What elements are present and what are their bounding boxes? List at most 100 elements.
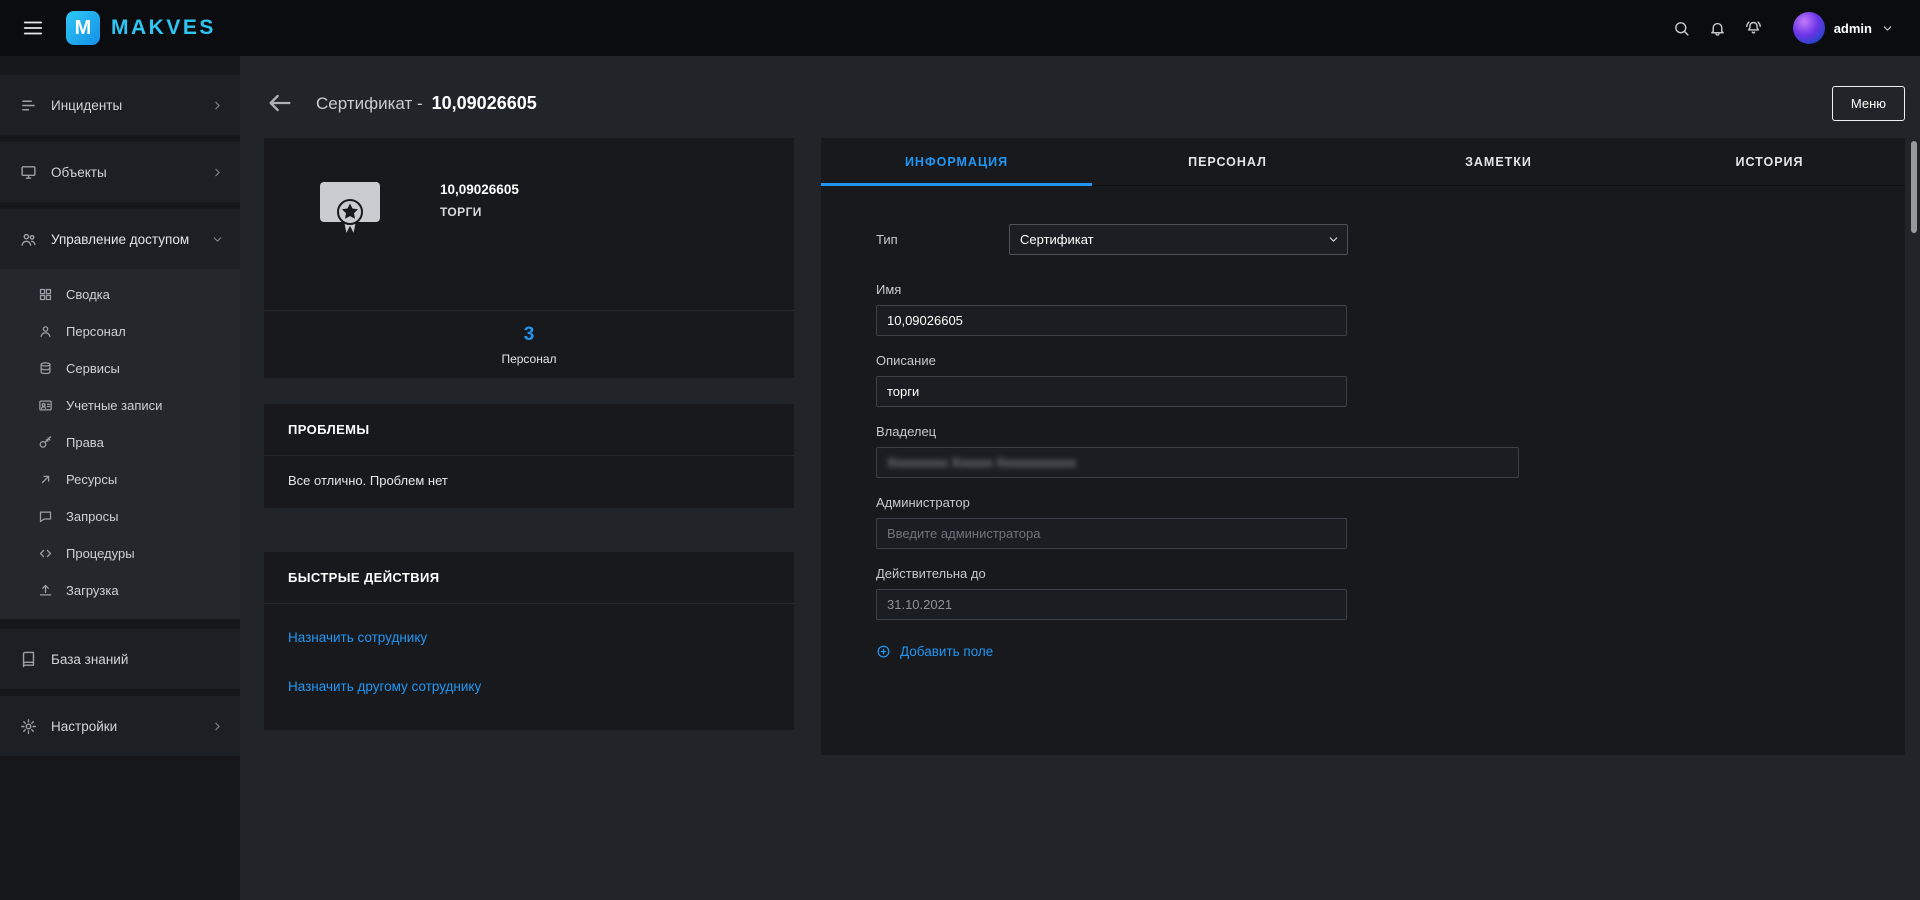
procedures-icon: [38, 546, 53, 561]
tab-personnel[interactable]: ПЕРСОНАЛ: [1092, 138, 1363, 185]
sidebar-item-access-management[interactable]: Управление доступом: [0, 209, 240, 269]
topbar: M MAKVES admin: [0, 0, 1920, 56]
personnel-count: 3: [523, 323, 535, 345]
sidebar-item-personnel[interactable]: Персонал: [0, 313, 240, 350]
sidebar-item-label: Сервисы: [66, 361, 120, 376]
sidebar-item-knowledge-base[interactable]: База знаний: [0, 629, 240, 689]
chevron-right-icon: [211, 720, 224, 733]
certificate-subtitle: ТОРГИ: [440, 205, 482, 219]
sidebar-item-settings[interactable]: Настройки: [0, 696, 240, 756]
avatar: [1792, 12, 1825, 44]
certificate-icon: [318, 174, 382, 238]
chevron-right-icon: [211, 166, 224, 179]
quick-actions-card: БЫСТРЫЕ ДЕЙСТВИЯ Назначить сотруднику Наз…: [264, 552, 794, 730]
sidebar-item-services[interactable]: Сервисы: [0, 350, 240, 387]
sidebar-item-label: Учетные записи: [66, 398, 163, 413]
search-icon[interactable]: [1673, 20, 1690, 37]
notifications-bell-icon[interactable]: [1709, 20, 1726, 37]
grid-icon: [38, 287, 53, 302]
sidebar-item-label: Объекты: [51, 164, 107, 180]
field-label-name: Имя: [876, 282, 902, 297]
sidebar-item-requests[interactable]: Запросы: [0, 498, 240, 535]
services-icon: [38, 361, 53, 376]
field-name: Имя: [876, 282, 1905, 336]
select-wrap-type: Сертификат: [1009, 224, 1348, 255]
rights-icon: [38, 435, 53, 450]
field-label-description: Описание: [876, 353, 936, 368]
description-input[interactable]: [876, 376, 1347, 407]
field-owner: Владелец Xxxxxxxxx Xxxxxx Xxxxxxxxxxxx: [876, 424, 1905, 478]
sidebar-item-label: Права: [66, 435, 104, 450]
sidebar-item-label: Ресурсы: [66, 472, 118, 487]
settings-icon: [20, 718, 37, 735]
chevron-down-icon: [211, 233, 224, 246]
name-input[interactable]: [876, 305, 1347, 336]
tab-bar: ИНФОРМАЦИЯ ПЕРСОНАЛ ЗАМЕТКИ ИСТОРИЯ: [821, 138, 1905, 186]
tab-notes[interactable]: ЗАМЕТКИ: [1363, 138, 1634, 185]
topbar-actions: admin: [1673, 12, 1894, 44]
brand-logo[interactable]: M MAKVES: [66, 11, 216, 45]
quick-actions-links: Назначить сотруднику Назначить другому со…: [264, 604, 794, 730]
sidebar-item-procedures[interactable]: Процедуры: [0, 535, 240, 572]
quick-action-link-2[interactable]: Назначить другому сотруднику: [288, 679, 770, 694]
sidebar-item-rights[interactable]: Права: [0, 424, 240, 461]
hamburger-menu-icon[interactable]: [22, 17, 44, 39]
person-icon: [38, 324, 53, 339]
field-administrator: Администратор: [876, 495, 1905, 549]
requests-icon: [38, 509, 53, 524]
field-valid-until: Действительна до: [876, 566, 1905, 620]
field-label-administrator: Администратор: [876, 495, 970, 510]
access-icon: [20, 231, 37, 248]
brand-name: MAKVES: [111, 16, 216, 39]
resources-icon: [38, 472, 53, 487]
left-column: 10,09026605 ТОРГИ 3 Персонал ПРОБЛЕМЫ Вс…: [264, 138, 794, 756]
sidebar-item-incidents[interactable]: Инциденты: [0, 75, 240, 135]
upload-icon: [38, 583, 53, 598]
add-field-link[interactable]: Добавить поле: [876, 644, 993, 659]
sidebar-submenu: Сводка Персонал Сервисы Учетные записи Права…: [0, 269, 240, 619]
makves-logo-icon: M: [66, 11, 100, 45]
sidebar-item-resources[interactable]: Ресурсы: [0, 461, 240, 498]
alerts-bell-icon[interactable]: [1745, 20, 1762, 37]
sidebar-item-objects[interactable]: Объекты: [0, 142, 240, 202]
accounts-icon: [38, 398, 53, 413]
administrator-input[interactable]: [876, 518, 1347, 549]
field-label-owner: Владелец: [876, 424, 937, 439]
objects-icon: [20, 164, 37, 181]
personnel-count-block[interactable]: 3 Персонал: [264, 310, 794, 378]
quick-actions-title: БЫСТРЫЕ ДЕЙСТВИЯ: [264, 552, 794, 604]
sidebar-item-label: Процедуры: [66, 546, 135, 561]
menu-button[interactable]: Меню: [1831, 85, 1905, 121]
owner-input[interactable]: Xxxxxxxxx Xxxxxx Xxxxxxxxxxxx: [876, 447, 1519, 478]
add-field-label: Добавить поле: [900, 644, 994, 659]
summary-top: 10,09026605 ТОРГИ: [264, 138, 794, 310]
sidebar-item-accounts[interactable]: Учетные записи: [0, 387, 240, 424]
certificate-name: 10,09026605: [440, 182, 519, 197]
knowledge-icon: [20, 651, 37, 668]
problems-title: ПРОБЛЕМЫ: [264, 404, 794, 456]
type-select[interactable]: Сертификат: [1009, 224, 1348, 255]
sidebar-item-summary[interactable]: Сводка: [0, 276, 240, 313]
certificate-summary-card: 10,09026605 ТОРГИ 3 Персонал: [264, 138, 794, 378]
sidebar-item-label: Загрузка: [66, 583, 119, 598]
user-name: admin: [1833, 20, 1872, 36]
page-title: Сертификат -10,09026605: [316, 92, 537, 113]
personnel-count-label: Персонал: [501, 351, 557, 366]
field-label-valid-until: Действительна до: [876, 566, 986, 581]
page-header: Сертификат -10,09026605 Меню: [240, 56, 1920, 138]
user-menu[interactable]: admin: [1792, 12, 1894, 44]
sidebar-item-label: База знаний: [51, 651, 129, 667]
valid-until-input[interactable]: [876, 589, 1347, 620]
incidents-icon: [20, 97, 37, 114]
summary-text: 10,09026605 ТОРГИ: [440, 174, 519, 310]
problems-message: Все отлично. Проблем нет: [288, 473, 448, 488]
chevron-down-icon: [1881, 22, 1894, 35]
sidebar-item-upload[interactable]: Загрузка: [0, 572, 240, 609]
scrollbar[interactable]: [1911, 141, 1917, 233]
tab-history[interactable]: ИСТОРИЯ: [1634, 138, 1905, 185]
quick-action-link-1[interactable]: Назначить сотруднику: [288, 630, 770, 645]
back-arrow-icon[interactable]: [266, 89, 294, 117]
problems-card: ПРОБЛЕМЫ Все отлично. Проблем нет: [264, 404, 794, 508]
field-label-type: Тип: [876, 232, 898, 247]
tab-information[interactable]: ИНФОРМАЦИЯ: [821, 138, 1092, 186]
